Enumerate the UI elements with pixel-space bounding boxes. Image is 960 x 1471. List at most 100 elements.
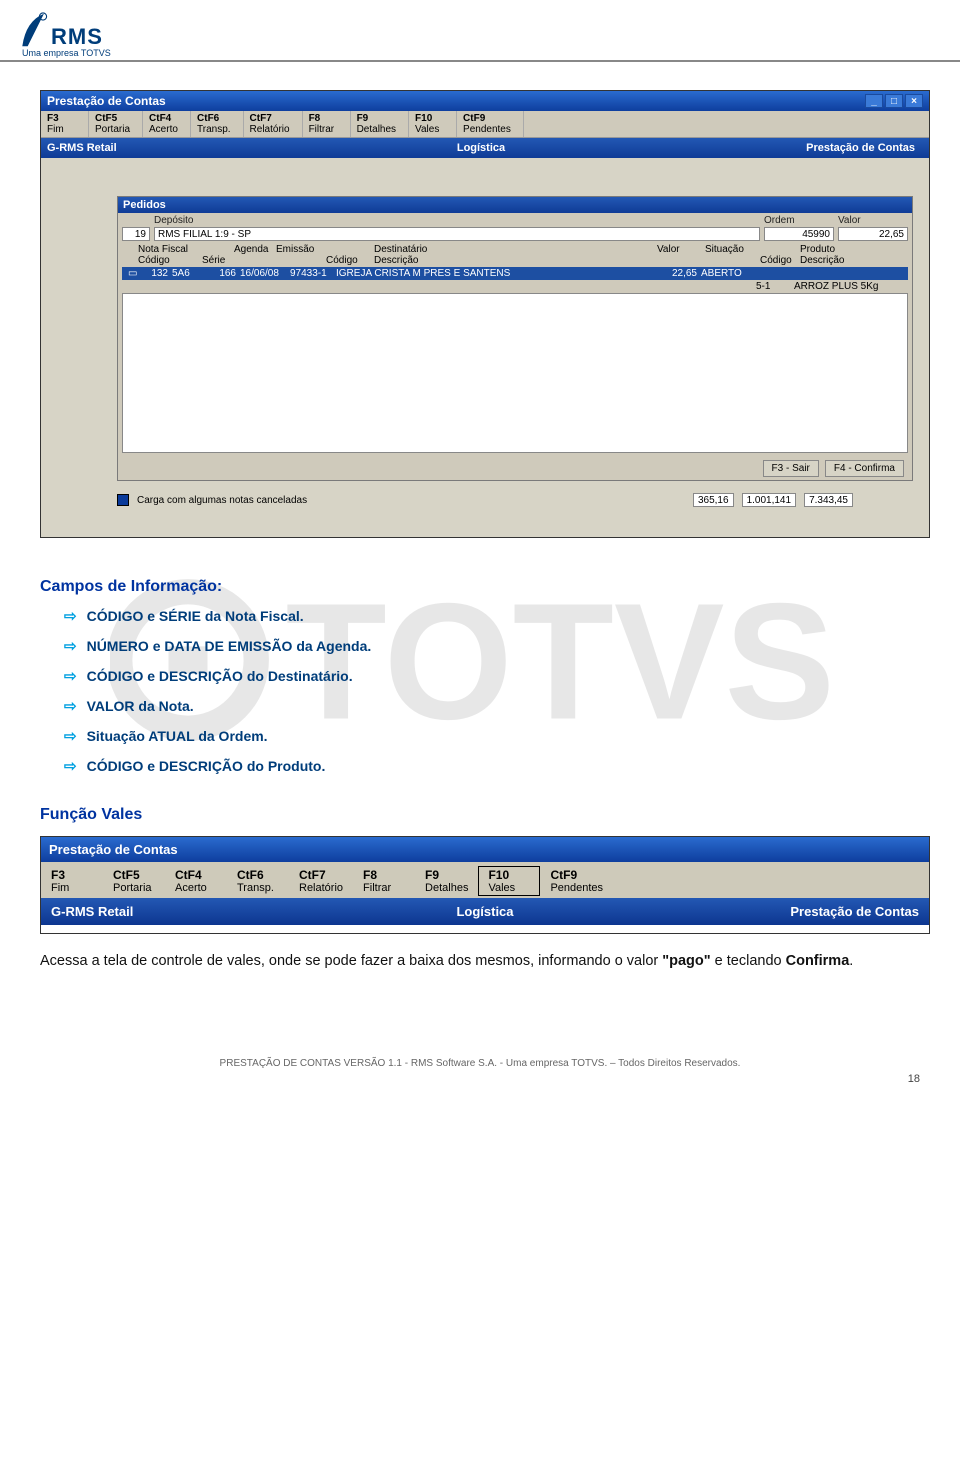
window-title: Prestação de Contas (47, 94, 166, 108)
menu2-item-pendentes[interactable]: CtF9Pendentes (540, 866, 613, 896)
cell-valor: 22,65 (653, 268, 699, 279)
deposito-code[interactable]: 19 (122, 227, 150, 241)
bullet-text: NÚMERO e DATA DE EMISSÃO da Agenda. (87, 638, 372, 654)
body-text-suffix: e teclando (711, 953, 786, 969)
bullet-item: ⇨ CÓDIGO e DESCRIÇÃO do Produto. (64, 758, 930, 776)
menu2-item-fim[interactable]: F3Fim (41, 866, 103, 896)
screenshot-pedidos-window: Prestação de Contas _ □ × F3FimCtF5Porta… (40, 90, 930, 538)
pedidos-panel: Pedidos Depósito 19 Depósito RMS FILIAL … (117, 196, 913, 481)
rms-swoop-icon (20, 12, 48, 48)
bullet-list: ⇨ CÓDIGO e SÉRIE da Nota Fiscal. ⇨ NÚMERO e… (64, 608, 930, 776)
heading-funcao-vales: Função Vales (40, 806, 930, 824)
arrow-icon: ⇨ (64, 668, 77, 686)
menu2-item-transp[interactable]: CtF6Transp. (227, 866, 289, 896)
function-key-menu: F3FimCtF5PortariaCtF4AcertoCtF6Transp.Ct… (41, 111, 929, 138)
col-dest-cod: Código (326, 255, 370, 266)
grid-row[interactable]: ▭ 132 5A6 166 16/06/08 97433-1 IGREJA CR… (122, 267, 908, 280)
breadcrumb-left: G-RMS Retail (47, 142, 336, 154)
menu-item-transp[interactable]: CtF6Transp. (191, 111, 244, 137)
deposito-label-top: Depósito (154, 215, 760, 226)
logo-header: RMS Uma empresa TOTVS (0, 0, 960, 62)
legend-strip: Carga com algumas notas canceladas 365,1… (41, 491, 929, 509)
legend-color-icon (117, 494, 129, 506)
bullet-item: ⇨VALOR da Nota. (64, 698, 930, 716)
arrow-icon: ⇨ (64, 608, 77, 626)
menu2-item-detalhes[interactable]: F9Detalhes (415, 866, 478, 896)
breadcrumb2-right: Prestação de Contas (630, 904, 919, 919)
col-agenda: Agenda (234, 244, 272, 255)
minimize-icon[interactable]: _ (865, 94, 883, 108)
ordem-label: Ordem (764, 215, 834, 226)
cell-emissao: 16/06/08 (238, 268, 288, 279)
ordem-value[interactable]: 45990 (764, 227, 834, 241)
menu2-item-vales[interactable]: F10Vales (478, 866, 540, 896)
window-titlebar: Prestação de Contas _ □ × (41, 91, 929, 111)
menu-item-portaria[interactable]: CtF5Portaria (89, 111, 143, 137)
arrow-icon: ⇨ (64, 638, 77, 656)
breadcrumb2-left: G-RMS Retail (51, 904, 340, 919)
cell-sit: ABERTO (699, 268, 754, 279)
logo-text: RMS (51, 24, 103, 50)
menu-item-vales[interactable]: F10Vales (409, 111, 457, 137)
menu2-item-acerto[interactable]: CtF4Acerto (165, 866, 227, 896)
menu-item-detalhes[interactable]: F9Detalhes (351, 111, 409, 137)
menu2-item-filtrar[interactable]: F8Filtrar (353, 866, 415, 896)
menu-item-acerto[interactable]: CtF4Acerto (143, 111, 191, 137)
breadcrumb-center: Logística (336, 142, 625, 154)
menu-item-pendentes[interactable]: CtF9Pendentes (457, 111, 524, 137)
col-nf: Nota Fiscal (138, 244, 198, 255)
window-title-2: Prestação de Contas (49, 842, 178, 857)
breadcrumb-bar-2: G-RMS Retail Logística Prestação de Cont… (41, 898, 929, 925)
col-prod-desc: Descrição (800, 255, 906, 266)
deposito-name[interactable]: RMS FILIAL 1:9 - SP (154, 227, 760, 241)
bullet-item: ⇨CÓDIGO e DESCRIÇÃO do Destinatário. (64, 668, 930, 686)
col-sit: Situação (705, 244, 756, 255)
legend-text: Carga com algumas notas canceladas (137, 495, 307, 506)
total-cell-1: 365,16 (693, 493, 734, 507)
cell-prod-desc: ARROZ PLUS 5Kg (794, 281, 904, 292)
bullet-item: ⇨ NÚMERO e DATA DE EMISSÃO da Agenda. (64, 638, 930, 656)
total-cell-2: 1.001,141 (742, 493, 797, 507)
valor-value[interactable]: 22,65 (838, 227, 908, 241)
maximize-icon[interactable]: □ (885, 94, 903, 108)
footer-text: PRESTAÇÃO DE CONTAS VERSÃO 1.1 - RMS Sof… (0, 1052, 960, 1073)
menu2-item-portaria[interactable]: CtF5Portaria (103, 866, 165, 896)
confirma-button[interactable]: F4 - Confirma (825, 460, 904, 477)
menu2-item-relatório[interactable]: CtF7Relatório (289, 866, 353, 896)
page-number: 18 (0, 1073, 960, 1093)
bullet-item: ⇨Situação ATUAL da Ordem. (64, 728, 930, 746)
function-key-menu-2: F3FimCtF5PortariaCtF4AcertoCtF6Transp.Ct… (41, 862, 929, 898)
arrow-icon: ⇨ (64, 728, 77, 746)
close-icon[interactable]: × (905, 94, 923, 108)
col-val: Valor (657, 244, 701, 255)
body-text-prefix: Acessa a tela de controle de vales, onde… (40, 953, 662, 969)
grid-header: Nota Fiscal Código Série Agenda Emissão … (118, 243, 912, 267)
col-emissao: Emissão (276, 244, 322, 255)
col-dest: Destinatário (374, 244, 653, 255)
sair-button[interactable]: F3 - Sair (763, 460, 819, 477)
panel-title: Pedidos (118, 197, 912, 213)
bullet-text: VALOR da Nota. (87, 698, 194, 714)
menu-item-fim[interactable]: F3Fim (41, 111, 89, 137)
bullet-item: ⇨ CÓDIGO e SÉRIE da Nota Fiscal. (64, 608, 930, 626)
cell-dest-cod: 97433-1 (288, 268, 334, 279)
breadcrumb-bar: G-RMS Retail Logística Prestação de Cont… (41, 138, 929, 158)
heading-campos: Campos de Informação: (40, 578, 930, 596)
cell-serie: 5A6 (170, 268, 198, 279)
bullet-text: CÓDIGO e DESCRIÇÃO do Produto. (87, 758, 326, 774)
cell-agenda: 166 (198, 268, 238, 279)
total-cell-3: 7.343,45 (804, 493, 853, 507)
breadcrumb2-center: Logística (340, 904, 629, 919)
col-codigo: Código (138, 255, 198, 266)
screenshot-vales-window: Prestação de Contas F3FimCtF5PortariaCtF… (40, 836, 930, 934)
col-dest-desc: Descrição (374, 255, 653, 266)
menu-item-relatório[interactable]: CtF7Relatório (244, 111, 303, 137)
col-prod-cod: Código (760, 255, 796, 266)
grid-body[interactable] (122, 293, 908, 453)
body-paragraph: Acessa a tela de controle de vales, onde… (40, 952, 930, 972)
cell-prod-cod: 5-1 (756, 281, 794, 292)
arrow-icon: ⇨ (64, 758, 77, 776)
menu-item-filtrar[interactable]: F8Filtrar (303, 111, 351, 137)
window-titlebar-2: Prestação de Contas (41, 837, 929, 862)
bullet-text: CÓDIGO e SÉRIE da Nota Fiscal. (87, 608, 304, 624)
